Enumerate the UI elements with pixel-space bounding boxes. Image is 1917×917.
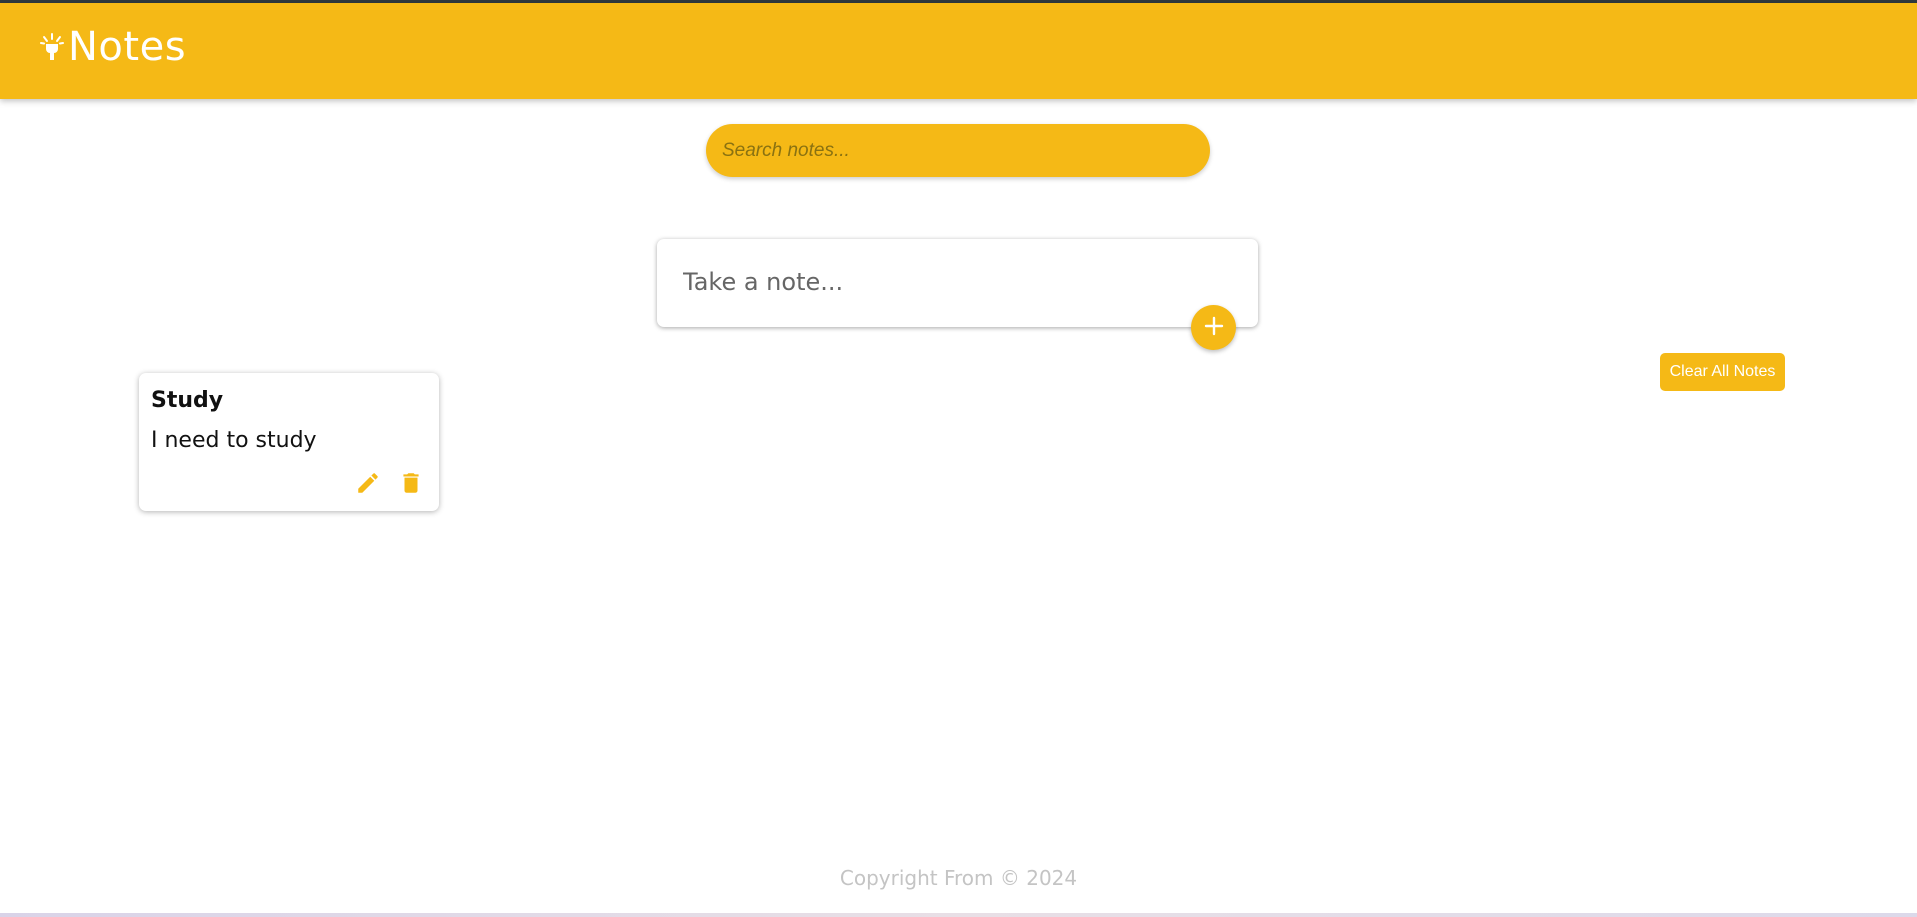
plus-icon xyxy=(1203,315,1225,340)
add-note-button[interactable] xyxy=(1191,305,1236,350)
edit-note-button[interactable] xyxy=(354,470,382,498)
delete-note-button[interactable] xyxy=(397,470,425,498)
note-input[interactable] xyxy=(681,263,1225,301)
app-header: Notes xyxy=(0,3,1917,99)
copyright-text: Copyright From © 2024 xyxy=(839,866,1078,890)
search-input[interactable] xyxy=(706,124,1210,177)
note-title: Study xyxy=(151,388,224,413)
note-card: Study I need to study xyxy=(139,373,439,511)
app-title: Notes xyxy=(68,24,187,70)
note-composer xyxy=(657,239,1258,327)
brand: Notes xyxy=(40,27,186,67)
pencil-icon xyxy=(355,470,381,499)
lightbulb-icon xyxy=(40,32,64,62)
clear-all-notes-button[interactable]: Clear All Notes xyxy=(1660,353,1785,391)
footer: Copyright From © 2024 xyxy=(0,866,1917,890)
note-content: I need to study xyxy=(151,428,317,453)
trash-icon xyxy=(398,470,424,499)
search-bar xyxy=(706,124,1210,177)
bottom-border xyxy=(0,913,1917,917)
